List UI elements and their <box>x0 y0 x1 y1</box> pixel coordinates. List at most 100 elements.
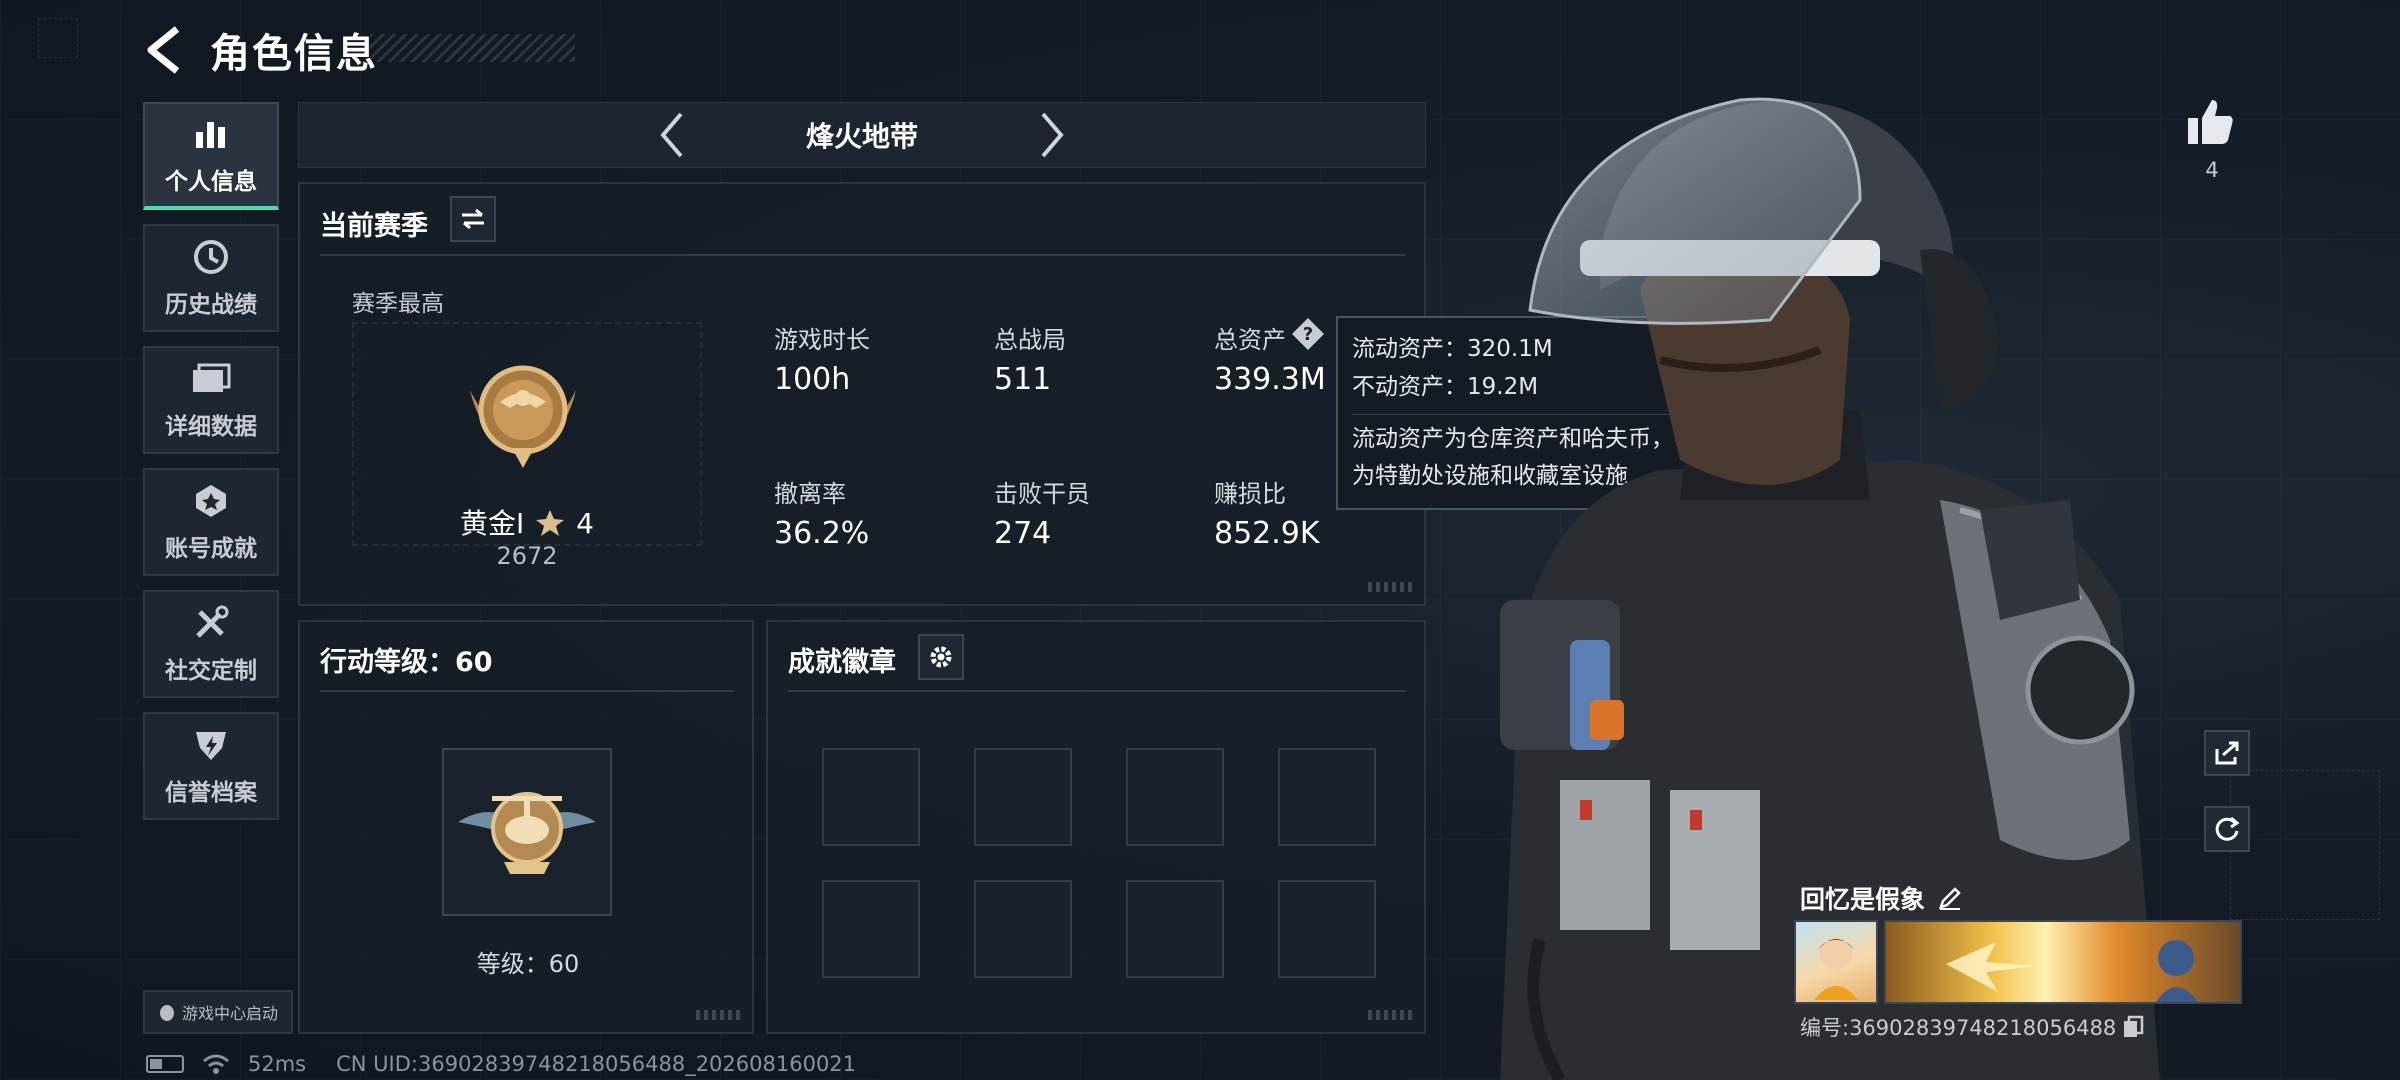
nav-item-detailed-data[interactable]: 详细数据 <box>143 346 279 454</box>
level-label: 等级：60 <box>476 950 580 978</box>
name-card-serial: 编号:36902839748218056488 <box>1800 1016 2117 1040</box>
badge-slot[interactable] <box>822 880 920 978</box>
name-card-avatar[interactable] <box>1794 920 1878 1004</box>
stat-label: 赚损比 <box>1214 480 1286 508</box>
nav-label: 社交定制 <box>165 658 257 684</box>
stat-label: 游戏时长 <box>774 326 870 354</box>
copy-icon[interactable] <box>2122 1015 2144 1039</box>
banner-art <box>1946 940 2198 1002</box>
header: 角色信息 <box>140 18 378 82</box>
title-decoration <box>370 34 575 62</box>
avatar-icon <box>1814 938 1858 1000</box>
corner-decoration <box>696 1010 740 1020</box>
corner-decoration <box>1368 1010 1412 1020</box>
achievements-title: 成就徽章 <box>788 647 896 678</box>
back-button[interactable] <box>140 20 188 80</box>
like-count: 4 <box>2205 158 2219 182</box>
badge-slot[interactable] <box>1278 748 1376 846</box>
divider <box>320 254 1406 256</box>
helicopter-emblem-icon <box>458 792 596 874</box>
stat-label: 总战局 <box>994 326 1066 354</box>
nav-item-history[interactable]: 历史战绩 <box>143 224 279 332</box>
nav-item-reputation[interactable]: 信誉档案 <box>143 712 279 820</box>
season-panel: 当前赛季 赛季最高 黄金Ⅰ 4 2672 游戏时长 100h 总战局 511 总… <box>298 182 1426 606</box>
action-level-panel: 行动等级：60 等级：60 <box>298 620 754 1034</box>
name-card-title: 回忆是假象 <box>1800 885 1926 914</box>
stat-label: 击败干员 <box>994 480 1090 508</box>
tools-icon <box>192 603 230 643</box>
divider <box>320 690 734 692</box>
bar-chart-icon <box>193 114 229 154</box>
status-bar: 52ms CN UID:36902839748218056488_2026081… <box>146 1052 856 1076</box>
refresh-button[interactable] <box>2204 806 2250 852</box>
gear-icon <box>930 646 952 668</box>
history-icon <box>192 237 230 277</box>
badge-slot[interactable] <box>1126 748 1224 846</box>
ping: 52ms <box>248 1052 307 1076</box>
battery-icon <box>146 1055 184 1073</box>
season-switch-button[interactable] <box>450 196 496 242</box>
rank-name: 黄金Ⅰ <box>460 507 525 540</box>
nav-label: 历史战绩 <box>165 292 257 318</box>
svg-text:?: ? <box>1303 324 1313 345</box>
chevron-left-icon <box>660 112 683 158</box>
nav-item-social[interactable]: 社交定制 <box>143 590 279 698</box>
stat-value: 36.2% <box>774 516 870 551</box>
edit-icon[interactable] <box>1937 885 1963 911</box>
sidebar-nav: 个人信息 历史战绩 详细数据 账号成就 社交定制 信誉档案 <box>143 102 279 834</box>
help-icon: ? <box>1292 318 1324 350</box>
stat-value: 852.9K <box>1214 516 1320 551</box>
wifi-icon <box>203 1054 229 1074</box>
folder-icon <box>191 359 231 399</box>
name-card-banner[interactable] <box>1884 920 2242 1004</box>
stat-value: 274 <box>994 516 1052 551</box>
nav-label: 详细数据 <box>165 414 257 440</box>
mode-title: 烽火地带 <box>805 120 918 153</box>
rank-stars: 4 <box>576 507 594 540</box>
uid-text: CN UID:36902839748218056488_202608160021 <box>336 1052 857 1076</box>
action-level-title: 行动等级：60 <box>320 647 493 678</box>
corner-decoration <box>1368 582 1412 592</box>
rank-emblem <box>460 350 586 476</box>
refresh-icon <box>2215 816 2240 841</box>
nav-label: 账号成就 <box>165 536 257 562</box>
name-card-serial-row: 编号:36902839748218056488 <box>1800 1012 2144 1042</box>
stat-label: 撤离率 <box>774 480 846 508</box>
stat-value: 339.3M <box>1214 362 1326 397</box>
background-mark <box>38 18 78 58</box>
rank-score: 2672 <box>496 542 558 570</box>
background-mark <box>2230 770 2380 920</box>
nav-label: 个人信息 <box>165 169 257 195</box>
chevron-right-icon <box>1041 112 1064 158</box>
badge-slot[interactable] <box>822 748 920 846</box>
mode-switcher: 烽火地带 <box>298 102 1426 168</box>
mode-next-button[interactable] <box>1022 105 1082 165</box>
rank-name-row: 黄金Ⅰ 4 <box>352 502 702 542</box>
asset-help-button[interactable]: ? <box>1290 316 1326 352</box>
share-icon <box>2215 741 2239 765</box>
badge-slot[interactable] <box>1126 880 1224 978</box>
share-button[interactable] <box>2204 730 2250 776</box>
mode-prev-button[interactable] <box>642 105 702 165</box>
season-best-label: 赛季最高 <box>352 291 444 317</box>
game-center-launch[interactable]: 游戏中心启动 <box>143 990 293 1034</box>
stat-label: 总资产 <box>1214 326 1286 354</box>
nav-item-achievements[interactable]: 账号成就 <box>143 468 279 576</box>
nav-item-personal-info[interactable]: 个人信息 <box>143 102 279 210</box>
badge-slot[interactable] <box>974 748 1072 846</box>
achievements-settings-button[interactable] <box>918 634 964 680</box>
season-title: 当前赛季 <box>320 211 428 242</box>
achievement-icon <box>192 481 230 521</box>
nav-label: 信誉档案 <box>165 780 257 806</box>
star-icon <box>536 510 565 536</box>
back-arrow-icon <box>147 26 180 74</box>
badge-slot[interactable] <box>974 880 1072 978</box>
like-button[interactable] <box>2184 96 2240 152</box>
page-title: 角色信息 <box>210 31 378 77</box>
badge-slot[interactable] <box>1278 880 1376 978</box>
divider <box>788 690 1406 692</box>
name-card-title-row: 回忆是假象 <box>1800 880 1963 916</box>
stat-value: 100h <box>774 362 851 397</box>
thumbs-up-icon <box>2188 100 2233 144</box>
level-emblem-frame <box>442 748 612 916</box>
